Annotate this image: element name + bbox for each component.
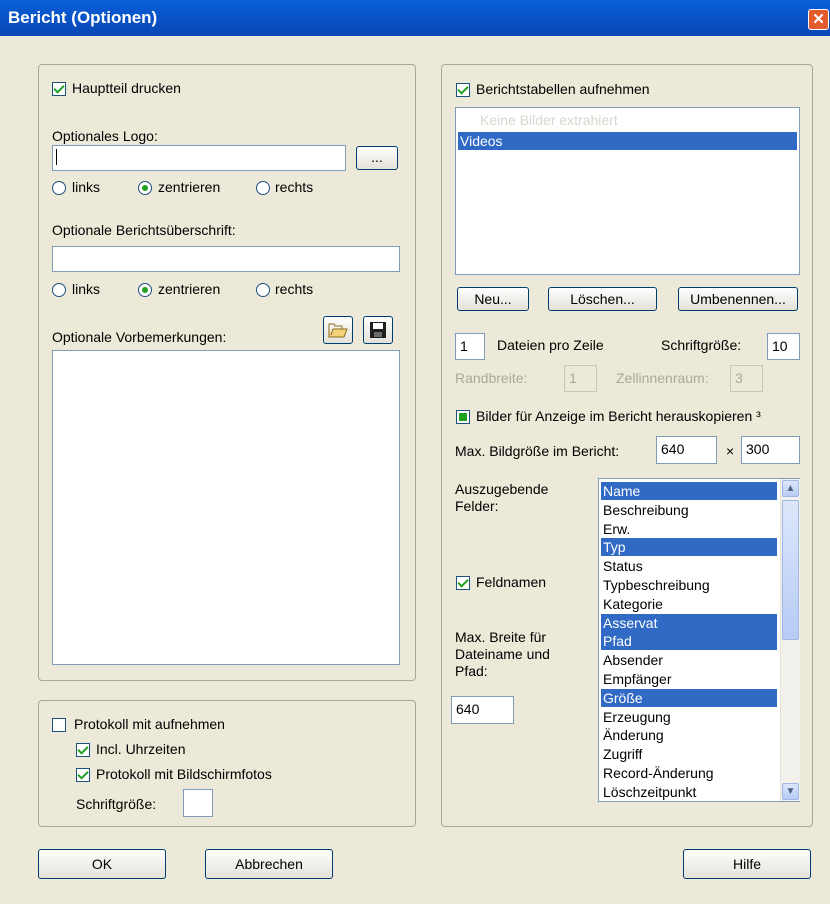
heading-align-center-radio[interactable] [138,283,152,297]
scroll-up-button[interactable]: ▲ [782,480,799,497]
heading-align-left-label: links [72,281,101,297]
delete-table-button[interactable]: Löschen... [548,287,657,311]
remarks-label: Optionale Vorbemerkungen: [52,329,227,345]
list-item[interactable]: Typ [601,538,777,557]
fields-listbox[interactable]: Name Beschreibung Erw. Typ Status Typbeschrei… [598,478,800,802]
new-table-button[interactable]: Neu... [457,287,529,311]
list-item[interactable]: Empfänger [601,670,777,688]
heading-input[interactable] [52,246,400,272]
copy-images-label: Bilder für Anzeige im Bericht herauskopi… [476,408,761,424]
protocol-font-size-input[interactable] [183,789,213,817]
list-item[interactable]: Status [601,557,777,575]
remarks-textarea[interactable] [52,350,400,665]
protocol-screenshots-checkbox[interactable] [76,768,90,782]
report-tables-label: Berichtstabellen aufnehmen [476,81,650,97]
max-image-size-label: Max. Bildgröße im Bericht: [455,443,620,459]
cell-spacing-label: Zellinnenraum: [616,370,709,386]
cell-spacing-input[interactable]: 3 [730,365,763,392]
max-image-height-input[interactable]: 300 [741,436,800,464]
copy-images-checkbox[interactable] [456,410,470,424]
chevron-down-icon: ▼ [785,786,796,797]
report-tables-checkbox[interactable] [456,83,470,97]
list-item[interactable]: Erzeugung [601,708,777,726]
max-width-input[interactable]: 640 [451,696,514,724]
heading-align-left-radio[interactable] [52,283,66,297]
rename-table-button[interactable]: Umbenennen... [678,287,798,311]
list-item[interactable]: Größe [601,688,777,707]
list-item[interactable]: Änderung [601,726,777,744]
include-protocol-checkbox[interactable] [52,718,66,732]
scroll-down-button[interactable]: ▼ [782,783,799,800]
border-width-label: Randbreite: [455,370,528,386]
heading-label: Optionale Berichtsüberschrift: [52,222,236,238]
table-font-size-label: Schriftgröße: [661,337,742,353]
print-main-label: Hauptteil drucken [72,80,181,96]
logo-align-left-radio[interactable] [52,181,66,195]
print-main-checkbox[interactable] [52,82,66,96]
text-cursor [56,149,57,165]
list-item[interactable]: Videos [458,132,797,150]
files-per-row-label: Dateien pro Zeile [497,337,604,353]
list-item[interactable]: Zugriff [601,745,777,763]
list-item[interactable]: Erw. [601,520,777,538]
ok-button[interactable]: OK [38,849,166,879]
fields-scrollbar[interactable]: ▲ ▼ [780,479,800,801]
close-button[interactable]: ✕ [808,9,829,30]
files-per-row-input[interactable]: 1 [455,333,485,360]
open-remarks-button[interactable] [323,316,353,344]
max-width-label: Max. Breite für Dateiname und Pfad: [455,629,550,679]
protocol-font-size-label: Schriftgröße: [76,796,157,812]
list-item[interactable]: Name [601,482,777,500]
field-names-text: Feldnamen [476,574,547,590]
report-tables-list[interactable]: Keine Bilder extrahiert Videos [455,107,800,275]
border-width-input[interactable]: 1 [564,365,597,392]
logo-align-right-label: rechts [275,179,314,195]
include-times-checkbox[interactable] [76,743,90,757]
logo-label: Optionales Logo: [52,128,158,144]
list-item[interactable]: Keine Bilder extrahiert [458,111,797,129]
max-image-width-input[interactable]: 640 [656,436,717,464]
chevron-up-icon: ▲ [785,483,796,494]
logo-align-left-label: links [72,179,101,195]
scroll-thumb[interactable] [782,500,799,640]
floppy-disk-icon [370,322,386,338]
list-item[interactable]: Typbeschreibung [601,576,777,594]
heading-align-right-label: rechts [275,281,314,297]
field-names-checkbox[interactable] [456,576,470,590]
list-item[interactable]: Record-Änderung [601,764,777,782]
open-folder-icon [328,323,348,338]
protocol-screenshots-label: Protokoll mit Bildschirmfotos [96,766,272,782]
include-protocol-label: Protokoll mit aufnehmen [74,716,225,732]
save-remarks-button[interactable] [363,316,393,344]
help-button[interactable]: Hilfe [683,849,811,879]
fields-label: Auszugebende Felder: [455,481,549,514]
logo-browse-button[interactable]: ... [356,146,398,170]
list-item[interactable]: Kategorie [601,595,777,613]
list-item[interactable]: Asservat [601,613,777,632]
logo-align-center-radio[interactable] [138,181,152,195]
logo-align-right-radio[interactable] [256,181,270,195]
table-font-size-input[interactable]: 10 [767,333,800,360]
list-item[interactable]: Löschzeitpunkt [601,783,777,801]
include-times-label: Incl. Uhrzeiten [96,741,186,757]
close-icon: ✕ [812,11,825,28]
times-symbol: × [726,443,735,459]
logo-align-center-label: zentrieren [158,179,221,195]
cancel-button[interactable]: Abbrechen [205,849,333,879]
window-title: Bericht (Optionen) [8,8,158,27]
list-item[interactable]: Beschreibung [601,501,777,519]
heading-align-center-label: zentrieren [158,281,221,297]
heading-align-right-radio[interactable] [256,283,270,297]
logo-input[interactable] [52,145,346,171]
list-item[interactable]: Pfad [601,632,777,651]
list-item[interactable]: Absender [601,651,777,669]
